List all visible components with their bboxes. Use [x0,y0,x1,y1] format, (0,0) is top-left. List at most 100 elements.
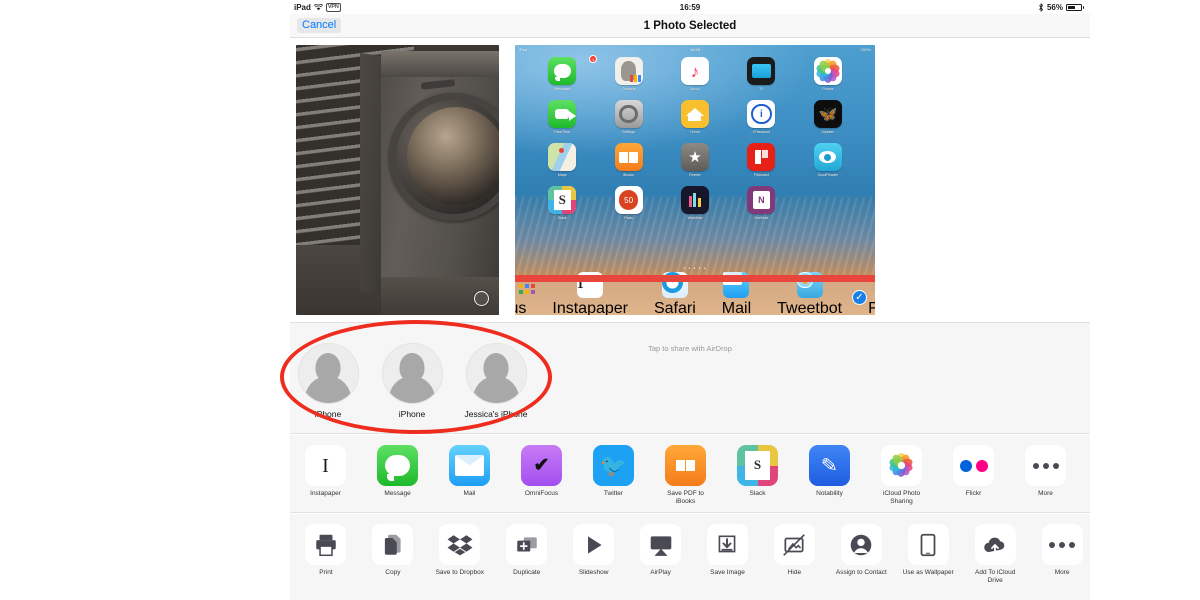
share-target-message[interactable]: Message [370,445,425,498]
share-target-label: iCloud Photo Sharing [882,490,921,505]
airplay-icon [640,524,682,565]
ipad-app-ibooks: iBooks [595,143,661,177]
messages-icon [548,57,577,85]
ipad-app-workflow: Workflow [662,186,728,220]
share-target-twitter[interactable]: 🐦 Twitter [586,445,641,498]
copy-pages-icon [372,524,414,565]
battery-icon [1066,3,1084,11]
share-target-icloud-photo-sharing[interactable]: iCloud Photo Sharing [874,445,929,505]
share-target-slack[interactable]: S Slack [730,445,785,498]
ipad-app-messages: 4 Messages [529,55,598,91]
action-label: Duplicate [513,569,541,576]
airdrop-device[interactable]: Jessica's iPhone [463,343,529,419]
action-label: Print [319,569,333,576]
workflow-icon [680,186,709,214]
action-duplicate[interactable]: Duplicate [499,524,555,577]
omnifocus-icon: ✔ [521,445,562,486]
action-row: Print Copy Save to Dropbox Duplicate Slidesh… [290,514,1090,600]
ipad-app-label: Maps [557,173,567,177]
icloud-upload-icon [974,524,1016,565]
laundry-machine-photo[interactable] [296,45,499,315]
action-use-as-wallpaper[interactable]: Use as Wallpaper [900,524,956,577]
maps-icon [548,143,577,171]
ulysses-icon: 🦋 [813,100,842,128]
airdrop-device[interactable]: iPhone [295,343,361,419]
onenote-icon: N [747,186,776,214]
person-circle-icon [840,524,882,565]
ipad-app-photos: Photos [795,57,861,91]
action-label: Copy [385,569,401,576]
ipad-app-goodreader: GoodReader [795,143,861,177]
share-target-label: Notability [816,490,843,497]
ipad-app-contacts: Contacts [595,57,661,91]
ipad-app-reeder: ★ Reeder [662,143,728,177]
share-target-omnifocus[interactable]: ✔ OmniFocus [514,445,569,498]
share-target-label: Instapaper [310,490,341,497]
machine-door-glass [407,107,499,205]
machine-top-handle [420,79,456,90]
share-app-row: I Instapaper Message Mail ✔ OmniFocus 🐦 Twitter… [290,435,1090,513]
share-target-save-pdf-to-ibooks[interactable]: Save PDF to iBooks [658,445,713,505]
ipad-app-tv: TV [728,57,794,91]
facetime-icon [548,100,577,128]
ipad-app-grid: 4 Messages Contacts ♪ Music TV Photos FaceTime S… [515,55,875,220]
photo-select-badge-checked[interactable]: ✓ [852,290,867,305]
action-save-to-dropbox[interactable]: Save to Dropbox [432,524,488,577]
action-airplay[interactable]: AirPlay [633,524,689,577]
action-add-to-icloud-drive[interactable]: Add To iCloud Drive [967,524,1023,585]
duplicate-plus-icon [506,524,548,565]
reeder-icon: ★ [680,143,709,171]
action-save-image[interactable]: Save Image [700,524,756,577]
share-target-more[interactable]: More [1018,445,1073,498]
ipad-dock-label: OmniFocus [515,300,527,315]
ipad-app-slack: S Slack [529,186,595,220]
action-hide[interactable]: Hide [766,524,822,577]
share-target-mail[interactable]: Mail [442,445,497,498]
action-print[interactable]: Print [298,524,354,577]
mail-icon [449,445,490,486]
person-silhouette-avatar [297,343,359,404]
printer-icon [305,524,347,565]
action-label: Save Image [710,569,745,576]
action-more[interactable]: More [1034,524,1090,577]
action-label: Save to Dropbox [435,569,485,576]
ipad-app-flipboard: Flipboard [728,143,794,177]
share-target-label: Twitter [603,490,624,497]
share-target-flickr[interactable]: Flickr [946,445,1001,498]
ipad-app-settings: Settings [595,100,661,134]
action-slideshow[interactable]: Slideshow [566,524,622,577]
home-icon [680,100,709,128]
ipad-app-label: Messages [554,87,571,91]
pcalc-icon: 50 [614,186,643,214]
ipad-app-pcalc: 50 Pcalc [595,186,661,220]
action-label: AirPlay [650,569,671,576]
share-target-notability[interactable]: ✎ Notability [802,445,857,498]
airdrop-device-label: Jessica's iPhone [464,409,528,419]
ipad-app-label: GoodReader [817,173,839,177]
notability-icon: ✎ [809,445,850,486]
ipad-screenshot-status-bar: iPad 16:58 100% [515,45,875,54]
ipad-home-screen-photo[interactable]: iPad 16:58 100% 4 Messages Contacts ♪ Music T… [515,45,875,315]
share-target-label: Flickr [965,490,982,497]
action-label: More [1054,569,1070,576]
goodreader-icon [813,143,842,171]
action-assign-to-contact[interactable]: Assign to Contact [833,524,889,577]
share-target-instapaper[interactable]: I Instapaper [298,445,353,498]
photos-icon [881,445,922,486]
page-title: 1 Photo Selected [643,19,737,32]
ipad-app-home: Home [662,100,728,134]
ipad-app-label: Reeder [689,173,701,177]
flickr-icon [953,445,994,486]
airdrop-device[interactable]: iPhone [379,343,445,419]
airdrop-device-label: iPhone [398,409,426,419]
ipad-app-label: Ulysses [821,130,835,134]
ipad-dock-label: Fantastical [868,300,875,315]
twitter-icon: 🐦 [593,445,634,486]
action-copy[interactable]: Copy [365,524,421,577]
ipad-app-1password: i 1Password [728,100,794,134]
ipad-app-label: iBooks [623,173,634,177]
action-label: Use as Wallpaper [902,569,954,576]
ipad-app-facetime: FaceTime [529,100,595,134]
instapaper-icon: I [305,445,346,486]
photo-select-badge-unchecked[interactable] [474,291,489,306]
